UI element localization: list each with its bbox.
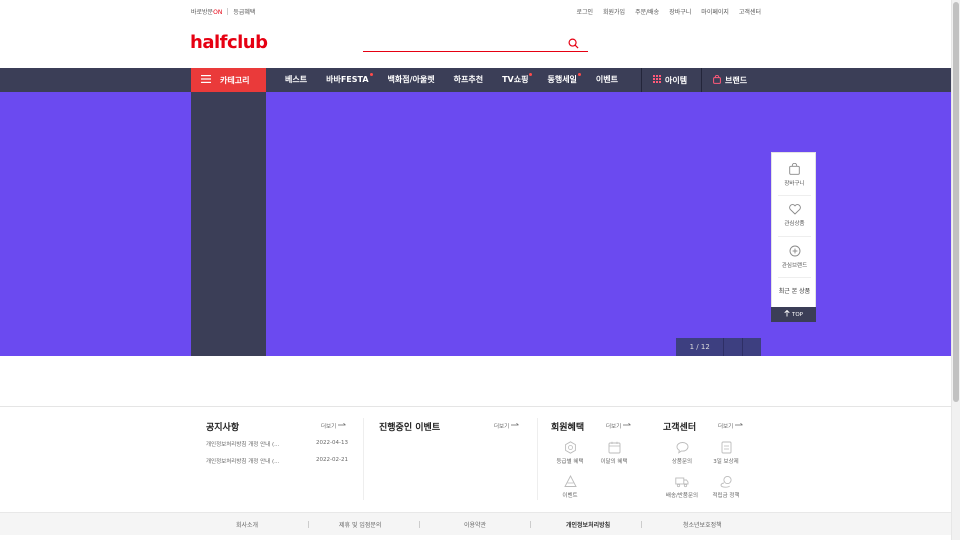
quick-menu: 장바구니 관심상품 관심브랜드 최근 본 상품 TOP [771, 152, 817, 322]
truck-icon [657, 475, 707, 488]
shopping-bag-icon [713, 74, 721, 86]
nav-item-baba-festa[interactable]: 바바FESTA [326, 68, 373, 92]
events-title: 진행중인 이벤트 [379, 423, 441, 433]
divider [419, 521, 420, 528]
banner-prev-button[interactable] [724, 338, 742, 356]
category-label: 카테고리 [220, 75, 250, 85]
coins-icon [701, 475, 751, 488]
arrow-up-icon [784, 309, 790, 319]
footer-partnership-link[interactable]: 제휴 및 입점문의 [339, 520, 381, 529]
benefits-more-link[interactable]: 더보기 [606, 422, 631, 430]
cs-points-policy[interactable]: 적립금 정책 [701, 475, 751, 499]
order-delivery-link[interactable]: 주문/배송 [635, 7, 659, 16]
divider [778, 195, 811, 196]
nav-item-best[interactable]: 베스트 [285, 68, 307, 92]
vertical-scrollbar[interactable] [951, 0, 960, 540]
recent-items-label[interactable]: 최근 본 상품 [772, 286, 817, 295]
arrow-right-icon [511, 423, 519, 429]
benefit-grade[interactable]: 등급별 혜택 [545, 441, 595, 465]
divider [778, 236, 811, 237]
grade-benefit-link[interactable]: 등급혜택 [233, 7, 255, 16]
cart-link[interactable]: 장바구니 [669, 7, 691, 16]
mypage-link[interactable]: 마이페이지 [701, 7, 729, 16]
search-input[interactable] [363, 30, 558, 50]
halfclub-logo[interactable]: halfclub [190, 32, 268, 53]
nav-item-tv-shopping[interactable]: TV쇼핑 [502, 68, 533, 92]
quick-wishlist[interactable]: 관심상품 [772, 204, 817, 227]
arrow-right-icon [735, 423, 743, 429]
shopping-bag-icon [772, 163, 817, 175]
direct-visit-status: ON [213, 9, 223, 16]
new-dot [577, 73, 581, 76]
nav-menu: 베스트 바바FESTA 백화점/아울렛 하프추천 TV쇼핑 동행세일 이벤트 [285, 68, 637, 92]
footer-privacy-link[interactable]: 개인정보처리방침 [566, 520, 610, 529]
heart-icon [772, 204, 817, 215]
banner-page-counter: 1 / 12 [689, 343, 710, 351]
divider [778, 277, 811, 278]
nav-divider [701, 68, 702, 92]
cs-more-link[interactable]: 더보기 [718, 422, 743, 430]
cs-title: 고객센터 [663, 423, 697, 433]
nav-item-half-pick[interactable]: 하프추천 [454, 68, 483, 92]
notice-title: 공지사항 [206, 423, 240, 433]
main-nav: 카테고리 베스트 바바FESTA 백화점/아울렛 하프추천 TV쇼핑 동행세일 … [0, 68, 951, 92]
section-divider [0, 406, 951, 407]
search-box [363, 30, 588, 52]
divider [363, 418, 364, 500]
top-button[interactable]: TOP [771, 307, 816, 322]
footer-company-link[interactable]: 회사소개 [236, 520, 258, 529]
footer-links: 회사소개 제휴 및 입점문의 이용약관 개인정보처리방침 청소년보호정책 [0, 512, 951, 535]
category-button[interactable]: 카테고리 [191, 68, 266, 92]
triangle-icon [545, 475, 595, 488]
notice-more-link[interactable]: 더보기 [321, 422, 346, 430]
grid-icon [653, 75, 661, 85]
utility-bar: 바로방문ON 등급혜택 로그인 회원가입 주문/배송 장바구니 마이페이지 고객… [191, 0, 761, 22]
direct-visit-link[interactable]: 바로방문ON [191, 7, 222, 16]
login-link[interactable]: 로그인 [576, 7, 593, 16]
category-panel [191, 92, 266, 356]
item-button[interactable]: 아이템 [653, 68, 687, 92]
cs-delivery-return[interactable]: 배송/반품문의 [657, 475, 707, 499]
divider [308, 521, 309, 528]
scrollbar-thumb[interactable] [953, 2, 959, 402]
quick-favorite-brand[interactable]: 관심브랜드 [772, 245, 817, 269]
benefit-monthly[interactable]: 이달의 혜택 [589, 441, 639, 465]
banner-next-button[interactable] [743, 338, 761, 356]
footer-youth-link[interactable]: 청소년보호정책 [683, 520, 722, 529]
notice-item[interactable]: 개인정보처리방침 개정 안내 (... 2022-02-21 [206, 457, 348, 465]
arrow-right-icon [623, 423, 631, 429]
calendar-icon [589, 441, 639, 454]
divider [530, 521, 531, 528]
nav-item-event[interactable]: 이벤트 [596, 68, 618, 92]
quick-cart[interactable]: 장바구니 [772, 163, 817, 187]
footer-terms-link[interactable]: 이용약관 [464, 520, 486, 529]
page: 바로방문ON 등급혜택 로그인 회원가입 주문/배송 장바구니 마이페이지 고객… [0, 0, 960, 540]
divider [227, 8, 229, 15]
new-dot [369, 73, 373, 76]
benefit-event[interactable]: 이벤트 [545, 475, 595, 499]
plus-circle-icon [772, 245, 817, 257]
nav-divider [641, 68, 642, 92]
hamburger-icon [201, 75, 211, 85]
chat-bubble-icon [657, 441, 707, 454]
badge-icon [545, 441, 595, 454]
benefits-title: 회원혜택 [551, 423, 585, 433]
new-dot [529, 73, 533, 76]
nav-item-department-outlet[interactable]: 백화점/아울렛 [388, 68, 435, 92]
notice-item[interactable]: 개인정보처리방침 개정 안내 (... 2022-04-13 [206, 440, 348, 448]
banner-pager: 1 / 12 [676, 338, 761, 356]
divider [537, 418, 538, 500]
events-more-link[interactable]: 더보기 [494, 422, 519, 430]
cs-3day-compensation[interactable]: 3일 보상제 [701, 441, 751, 465]
document-icon [701, 441, 751, 454]
signup-link[interactable]: 회원가입 [603, 7, 625, 16]
brand-button[interactable]: 브랜드 [713, 68, 747, 92]
nav-item-sale[interactable]: 동행세일 [547, 68, 581, 92]
cs-product-inquiry[interactable]: 상품문의 [657, 441, 707, 465]
search-icon[interactable] [568, 34, 579, 53]
customer-center-link[interactable]: 고객센터 [739, 7, 761, 16]
divider [641, 521, 642, 528]
arrow-right-icon [338, 423, 346, 429]
